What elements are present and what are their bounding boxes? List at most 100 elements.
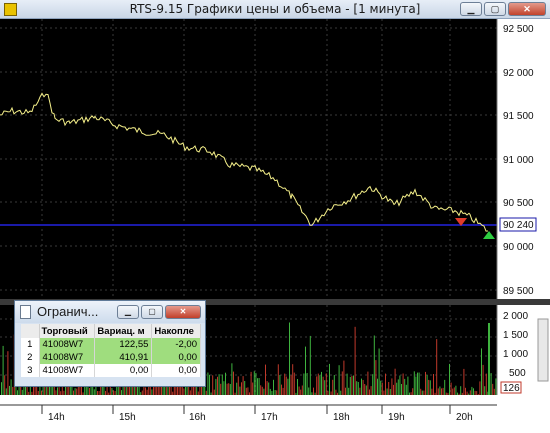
volume-bar xyxy=(428,379,430,395)
volume-bar xyxy=(437,388,439,395)
volume-bar xyxy=(231,363,233,395)
volume-bar xyxy=(74,388,76,395)
time-tick: 16h xyxy=(189,412,206,423)
volume-bar xyxy=(31,391,33,395)
table-row[interactable]: 2 41008W7 410,91 0,00 xyxy=(21,351,201,364)
volume-bar xyxy=(356,381,358,395)
document-icon xyxy=(20,305,31,319)
volume-bar xyxy=(412,388,414,395)
column-header-variation[interactable]: Вариац. м xyxy=(94,324,153,338)
limits-minimize-button[interactable]: ▁ xyxy=(117,305,139,319)
volume-bar xyxy=(290,375,292,395)
volume-tick: 1 500 xyxy=(503,330,528,341)
volume-bar xyxy=(490,373,492,395)
volume-bar xyxy=(263,388,265,395)
limits-close-button[interactable]: ✕ xyxy=(165,305,201,319)
maximize-button[interactable]: ▢ xyxy=(484,2,506,16)
volume-bar xyxy=(229,384,231,395)
volume-bar xyxy=(210,392,212,395)
table-row[interactable]: 1 41008W7 122,55 -2,00 xyxy=(21,338,201,351)
volume-bar xyxy=(393,384,394,395)
volume-bar xyxy=(249,392,250,395)
volume-bar xyxy=(418,372,420,395)
volume-bar xyxy=(220,383,222,395)
title-bar[interactable]: RTS-9.15 Графики цены и объема - [1 мину… xyxy=(0,0,550,19)
volume-bar xyxy=(300,389,302,395)
volume-bar xyxy=(17,390,18,395)
close-button[interactable]: ✕ xyxy=(508,2,546,16)
volume-bar xyxy=(89,388,90,395)
volume-bar xyxy=(266,381,268,395)
volume-bar xyxy=(277,364,279,395)
volume-bar xyxy=(111,388,113,395)
volume-bar xyxy=(60,391,62,395)
column-header-account[interactable]: Торговый xyxy=(39,324,96,338)
current-price-label: 90 240 xyxy=(503,220,534,231)
volume-bar xyxy=(365,385,367,395)
volume-bar xyxy=(401,384,402,395)
volume-bar xyxy=(417,372,418,395)
volume-bar xyxy=(397,379,399,395)
volume-bar xyxy=(452,388,454,395)
volume-bar xyxy=(261,386,263,395)
volume-bar xyxy=(282,387,284,395)
volume-bar xyxy=(429,380,431,395)
limits-window-title-bar[interactable]: Огранич... ▁ ▢ ✕ xyxy=(15,301,205,323)
volume-bar xyxy=(151,389,153,395)
volume-bar xyxy=(370,386,372,395)
volume-bar xyxy=(258,378,260,395)
column-header-accumulated[interactable]: Накопле xyxy=(151,324,201,338)
volume-bar xyxy=(15,385,17,395)
volume-bar xyxy=(394,368,396,395)
volume-bar xyxy=(146,389,148,395)
volume-scrollbar[interactable] xyxy=(537,318,549,382)
volume-bar xyxy=(332,379,334,395)
volume-bar xyxy=(241,382,242,395)
table-header-row: Торговый Вариац. м Накопле xyxy=(21,324,201,338)
limits-maximize-button[interactable]: ▢ xyxy=(141,305,163,319)
price-tick: 92 000 xyxy=(503,68,534,79)
volume-bar xyxy=(413,371,415,395)
row-index: 2 xyxy=(21,351,40,364)
column-header-index[interactable] xyxy=(21,324,40,338)
volume-bar xyxy=(271,391,273,395)
minimize-button[interactable]: ▁ xyxy=(460,2,482,16)
volume-bar xyxy=(255,372,257,395)
volume-bar xyxy=(468,393,470,395)
volume-bar xyxy=(5,388,7,395)
volume-bar xyxy=(311,392,313,395)
volume-bar xyxy=(105,390,106,395)
table-row[interactable]: 3 41008W7 0,00 0,00 xyxy=(21,364,201,377)
volume-bar xyxy=(297,379,298,395)
limits-table-window[interactable]: Огранич... ▁ ▢ ✕ Торговый Вариац. м Нако… xyxy=(14,300,206,387)
time-tick: 18h xyxy=(333,412,350,423)
volume-bar xyxy=(223,381,225,395)
volume-bar xyxy=(12,386,14,395)
volume-bar xyxy=(172,391,174,395)
volume-bar xyxy=(405,384,407,395)
volume-bar xyxy=(386,388,388,395)
volume-bar xyxy=(153,385,154,395)
volume-bar xyxy=(239,386,241,395)
volume-bar xyxy=(444,379,446,395)
volume-bar xyxy=(455,385,457,395)
volume-bar xyxy=(226,383,228,395)
volume-bar xyxy=(314,392,316,395)
account-cell: 41008W7 xyxy=(39,338,96,351)
volume-bar xyxy=(377,378,378,395)
volume-bar xyxy=(217,376,218,395)
volume-bar xyxy=(191,387,193,395)
volume-bar xyxy=(108,392,110,395)
volume-bar xyxy=(73,390,74,395)
volume-bar xyxy=(375,360,377,395)
chart-window: RTS-9.15 Графики цены и объема - [1 мину… xyxy=(0,0,550,433)
volume-bar xyxy=(234,392,236,395)
volume-bar xyxy=(197,391,199,395)
volume-bar xyxy=(183,388,185,395)
volume-bar xyxy=(457,392,458,395)
volume-bar xyxy=(295,392,297,395)
price-plot-area[interactable] xyxy=(0,19,497,299)
volume-bar xyxy=(485,373,487,395)
volume-bar xyxy=(492,383,494,395)
volume-bar xyxy=(279,375,281,395)
